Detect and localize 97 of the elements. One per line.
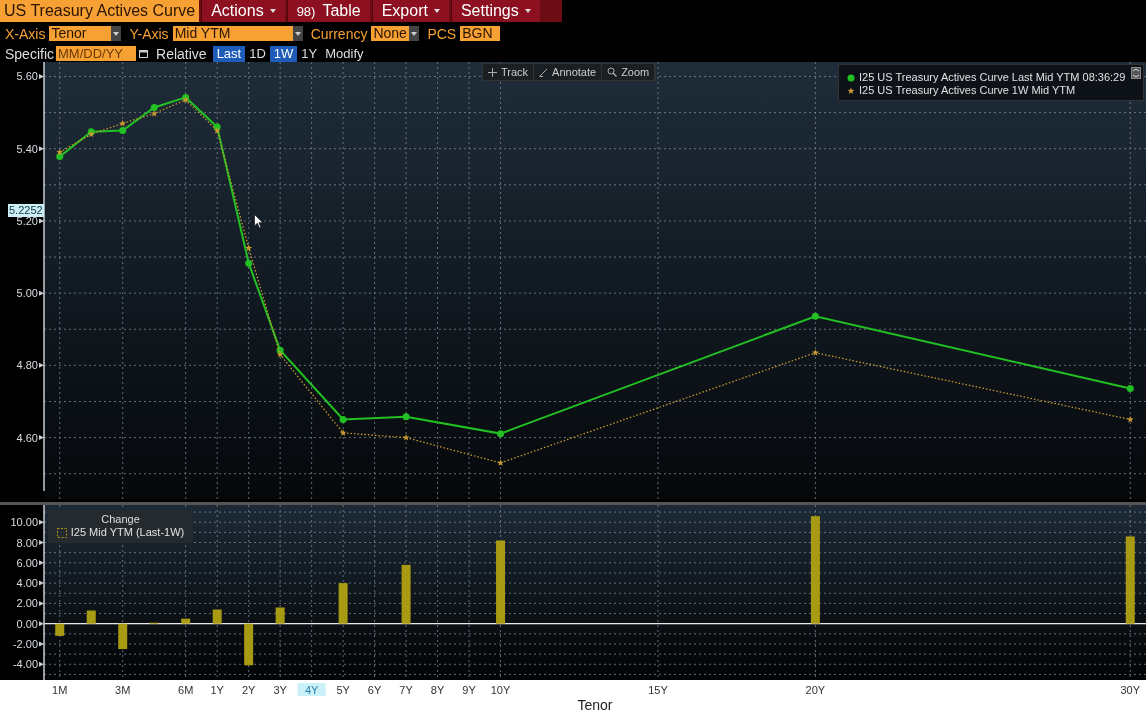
axis-label: 20Y <box>805 684 826 696</box>
period-button[interactable]: 1W <box>269 45 298 62</box>
bar <box>275 607 285 624</box>
pencil-icon <box>539 67 549 77</box>
star-marker <box>276 350 284 358</box>
circle-marker <box>402 413 410 421</box>
field-label: PCS <box>427 25 457 42</box>
axis-label: 10Y <box>490 684 511 696</box>
period-button[interactable]: 1Y <box>297 45 322 62</box>
axis-label: 3M <box>115 684 131 696</box>
field-label: Y-Axis <box>129 25 169 42</box>
star-marker <box>497 459 504 466</box>
search-icon <box>607 67 618 77</box>
bar <box>338 583 348 624</box>
legend-title: Change <box>101 513 140 526</box>
calendar-icon[interactable] <box>139 49 149 58</box>
axis-label: 4Y <box>304 684 319 696</box>
star-marker <box>119 119 127 127</box>
axis-label: 15Y <box>648 684 668 696</box>
axis-label: 4.00 <box>16 577 38 590</box>
bar <box>118 623 128 650</box>
star-marker <box>56 148 64 156</box>
date-field[interactable]: MM/DD/YY <box>56 46 137 61</box>
bar <box>401 564 411 624</box>
field-label: X-Axis <box>5 25 46 42</box>
bar <box>55 623 65 636</box>
legend-label: I25 Mid YTM (Last-1W) <box>70 526 185 539</box>
collapse-icon[interactable] <box>1131 67 1141 79</box>
menu-button[interactable]: Settings <box>450 0 540 22</box>
axis-label: 4.60 <box>16 431 38 444</box>
axis-label: 7Y <box>399 684 413 696</box>
star-marker <box>182 96 190 103</box>
circle-marker <box>276 346 284 354</box>
axis-label: 8.00 <box>16 536 38 549</box>
axis-label: 9Y <box>462 684 476 696</box>
legend-label: I25 US Treasury Actives Curve 1W Mid YTM <box>859 84 1076 97</box>
crosshair-icon <box>488 67 497 77</box>
star-marker <box>150 110 158 117</box>
axis-label: 30Y <box>1120 684 1141 696</box>
circle-marker <box>497 430 505 438</box>
bar <box>212 609 222 624</box>
chart-tool-button[interactable]: Track <box>483 64 535 80</box>
star-marker <box>339 429 347 436</box>
circle-marker <box>119 127 127 135</box>
dropdown-field[interactable]: Tenor <box>49 26 122 41</box>
circle-marker <box>245 259 253 267</box>
dropdown-field[interactable]: BGN <box>460 26 501 41</box>
period-button[interactable]: 1D <box>245 45 270 62</box>
star-marker <box>402 434 410 441</box>
menu-button[interactable]: Actions <box>201 0 285 22</box>
axis-label: 3Y <box>273 684 287 696</box>
axis-label: 5.00 <box>16 287 38 300</box>
axis-label: 4.80 <box>16 359 38 372</box>
axis-label: -2.00 <box>12 638 38 650</box>
bar <box>181 618 191 624</box>
circle-marker <box>1126 385 1134 392</box>
circle-marker <box>56 153 64 161</box>
axis-label: 6.00 <box>16 556 38 569</box>
axis-label: 5Y <box>336 684 350 696</box>
legend-label: I25 US Treasury Actives Curve Last Mid YTM 08:36:29 <box>859 71 1126 84</box>
circle-marker <box>811 312 819 320</box>
crosshair-value: 5.2252 <box>8 203 44 217</box>
axis-label: -4.00 <box>12 658 38 671</box>
dropdown-field[interactable]: None <box>371 26 420 41</box>
field-label: Specific <box>5 45 55 62</box>
axis-label: 2.00 <box>16 597 38 610</box>
axis-label: 5.60 <box>16 70 38 83</box>
field-label: Currency <box>310 25 368 42</box>
axis-label: 6Y <box>367 684 382 696</box>
menu-button[interactable]: Export <box>371 0 449 22</box>
circle-marker <box>150 104 158 111</box>
circle-marker <box>339 416 347 424</box>
axis-label: 8Y <box>430 684 445 696</box>
cursor-icon <box>254 214 264 229</box>
dropdown-field[interactable]: Mid YTM <box>172 26 303 41</box>
axis-label: 1Y <box>210 684 224 696</box>
axis-label: 5.40 <box>16 142 38 155</box>
star-marker <box>213 127 221 134</box>
axis-label: 0.00 <box>16 617 38 630</box>
star-marker <box>245 244 253 251</box>
period-button[interactable]: Modify <box>321 45 368 62</box>
axis-label: 5.20 <box>16 214 38 227</box>
axis-label: 10.00 <box>10 516 38 529</box>
star-marker <box>1126 415 1134 423</box>
axis-label: 1M <box>52 684 68 696</box>
bar <box>86 610 96 624</box>
star-marker <box>812 349 819 356</box>
axis-title: Tenor <box>577 697 613 711</box>
menu-button[interactable]: 98) Table <box>286 0 370 22</box>
field-label: Relative <box>156 45 207 62</box>
bar <box>244 623 254 666</box>
chart-tool-button[interactable]: Annotate <box>534 64 603 80</box>
chart-tool-button[interactable]: Zoom <box>602 64 656 80</box>
axis-label: 6M <box>178 684 194 696</box>
axis-label: 2Y <box>241 684 256 696</box>
period-button[interactable]: Last <box>212 45 246 62</box>
window-title: US Treasury Actives Curve <box>0 0 200 22</box>
